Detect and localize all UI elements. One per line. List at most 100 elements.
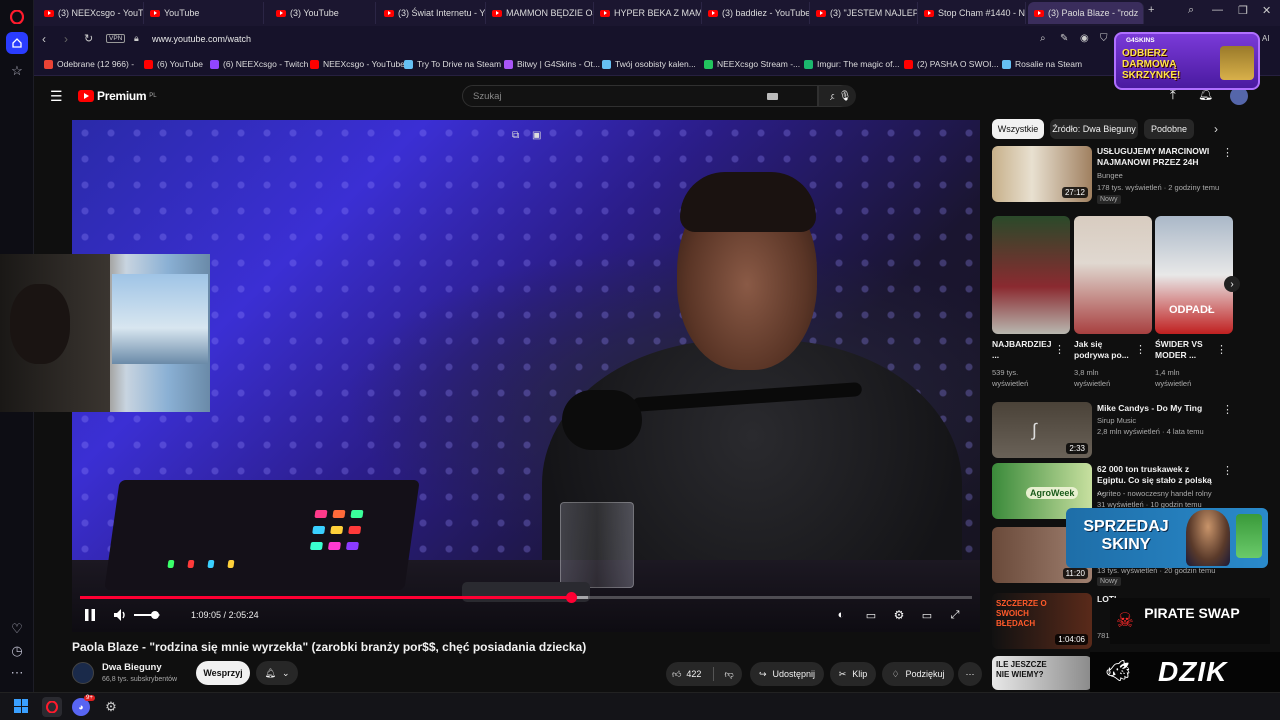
- ad-banner-g4skins[interactable]: G4SKINS ODBIERZ DARMOWĄ SKRZYNKĘ!: [1114, 32, 1260, 90]
- recommendation-channel[interactable]: Bungee: [1097, 170, 1123, 181]
- short-title[interactable]: NAJBARDZIEJ ...: [992, 339, 1054, 361]
- bookmark-item[interactable]: Odebrane (12 966) -: [44, 59, 134, 69]
- kebab-menu-icon[interactable]: ⋮: [1222, 403, 1233, 416]
- vpn-badge[interactable]: VPN: [106, 34, 126, 43]
- kebab-menu-icon[interactable]: ⋮: [1054, 343, 1065, 356]
- star-icon[interactable]: ☆: [6, 60, 28, 82]
- tab-9[interactable]: (3) Paola Blaze - "rodz: [1028, 2, 1144, 24]
- support-button[interactable]: Wesprzyj: [196, 661, 250, 685]
- short-thumbnail[interactable]: ODPADŁ: [1155, 216, 1233, 334]
- recommendation-thumbnail[interactable]: ∫ 2:33: [992, 402, 1092, 458]
- volume-icon[interactable]: [112, 606, 130, 624]
- ad-banner-sell-skins[interactable]: SPRZEDAJ SKINY: [1066, 508, 1268, 568]
- opera-taskbar-icon[interactable]: [42, 697, 62, 717]
- tab-6[interactable]: (3) baddiez - YouTube: [702, 2, 810, 24]
- youtube-logo[interactable]: Premium PL: [78, 89, 157, 103]
- bookmark-item[interactable]: Bitwy | G4Skins - Ot...: [504, 59, 600, 69]
- recommendation-channel[interactable]: Agriteo - nowoczesny handel rolny: [1097, 488, 1212, 499]
- short-thumbnail[interactable]: [992, 216, 1070, 334]
- camera-icon[interactable]: ◉: [1080, 33, 1089, 44]
- search-input[interactable]: Szukaj: [462, 85, 818, 107]
- more-icon[interactable]: ⋯: [6, 662, 28, 684]
- maximize-button[interactable]: ❐: [1238, 4, 1248, 17]
- volume-handle[interactable]: [150, 611, 159, 619]
- chip-all[interactable]: Wszystkie: [992, 119, 1044, 139]
- tab-1[interactable]: YouTube: [144, 2, 264, 24]
- kebab-menu-icon[interactable]: ⋮: [1216, 343, 1227, 356]
- recommendation-thumbnail[interactable]: 27:12: [992, 146, 1092, 202]
- history-icon[interactable]: ◷: [6, 640, 28, 662]
- ad-banner-pirate-swap[interactable]: ☠ PIRATE SWAP: [1110, 598, 1270, 644]
- shorts-next-button[interactable]: ›: [1224, 276, 1240, 292]
- volume-slider[interactable]: [134, 611, 160, 619]
- cast-icon[interactable]: ▣: [532, 130, 541, 141]
- kebab-menu-icon[interactable]: ⋮: [1222, 146, 1233, 159]
- kebab-menu-icon[interactable]: ⋮: [1135, 343, 1146, 356]
- settings-gear-icon[interactable]: ⚙: [890, 606, 908, 624]
- tab-4[interactable]: MAMMON BĘDZIE OJCE: [486, 2, 594, 24]
- tab-0[interactable]: (3) NEEXcsgo - YouTube: [38, 2, 144, 24]
- chip-related[interactable]: Podobne: [1144, 119, 1194, 139]
- like-button[interactable]: 👍︎ 422: [672, 669, 701, 680]
- edit-icon[interactable]: ✎: [1060, 33, 1068, 44]
- bookmark-item[interactable]: (6) YouTube: [144, 59, 203, 69]
- short-title[interactable]: ŚWIDER VS MODER ...: [1155, 339, 1217, 361]
- microphone-icon[interactable]: 🎙︎: [834, 85, 856, 107]
- windows-start-icon[interactable]: [14, 699, 28, 713]
- channel-name[interactable]: Dwa Bieguny: [102, 662, 162, 673]
- menu-icon[interactable]: ☰: [50, 88, 63, 105]
- recommendation-thumbnail[interactable]: SZCZERZE O SWOICH BŁĘDACH 1:04:06: [992, 593, 1092, 649]
- short-title[interactable]: Jak się podrywa po...: [1074, 339, 1136, 361]
- tab-5[interactable]: HYPER BEKA Z MAMMO: [594, 2, 702, 24]
- bookmark-item[interactable]: NEEXcsgo - YouTube: [310, 59, 405, 69]
- heart-icon[interactable]: ♡: [6, 618, 28, 640]
- tab-7[interactable]: (3) "JESTEM NAJLEPSZY: [810, 2, 918, 24]
- reload-icon[interactable]: ↻: [84, 32, 93, 45]
- bookmark-item[interactable]: NEEXcsgo Stream -...: [704, 59, 800, 69]
- back-icon[interactable]: ‹: [42, 32, 46, 46]
- theater-mode-icon[interactable]: ▭: [918, 606, 936, 624]
- progress-bar[interactable]: [80, 592, 972, 603]
- notification-bell-button[interactable]: 🔔︎ ⌄: [256, 661, 298, 685]
- miniplayer-icon[interactable]: ⧉: [512, 130, 519, 141]
- new-tab-button[interactable]: +: [1148, 4, 1154, 16]
- autoplay-toggle[interactable]: ◐: [832, 606, 850, 624]
- search-icon[interactable]: ⌕: [1040, 33, 1046, 44]
- close-window-button[interactable]: ✕: [1262, 4, 1271, 17]
- home-icon[interactable]: [6, 32, 28, 54]
- thanks-button[interactable]: ♢ Podziękuj: [882, 662, 954, 686]
- opera-logo-icon[interactable]: [6, 6, 28, 28]
- recommendation-channel[interactable]: Sirup Music: [1097, 415, 1136, 426]
- bookmark-item[interactable]: (6) NEEXcsgo - Twitch: [210, 59, 308, 69]
- tab-8[interactable]: Stop Cham #1440 - Niel: [918, 2, 1026, 24]
- tab-3[interactable]: (3) Świat Internetu - You: [378, 2, 486, 24]
- bookmark-item[interactable]: (2) PASHA O SWOI...: [904, 59, 999, 69]
- bookmark-item[interactable]: Try To Drive na Steam: [404, 59, 501, 69]
- clip-button[interactable]: ✂ Klip: [830, 662, 876, 686]
- recommendation-title[interactable]: USŁUGUJEMY MARCINOWI NAJMANOWI PRZEZ 24H: [1097, 146, 1217, 168]
- forward-icon[interactable]: ›: [64, 32, 68, 46]
- more-actions-button[interactable]: ⋯: [958, 662, 982, 686]
- chip-source[interactable]: Źródło: Dwa Bieguny: [1050, 119, 1138, 139]
- recommendation-title[interactable]: Mike Candys - Do My Ting: [1097, 403, 1217, 414]
- chevron-right-icon[interactable]: ›: [1214, 122, 1218, 136]
- minimize-button[interactable]: —: [1212, 4, 1223, 16]
- bookmark-item[interactable]: Twój osobisty kalen...: [602, 59, 696, 69]
- bookmark-item[interactable]: Rosalie na Steam: [1002, 59, 1082, 69]
- channel-avatar[interactable]: [72, 662, 94, 684]
- ad-banner-dzik[interactable]: 🐗︎ DZIK: [1090, 652, 1280, 692]
- bookmark-item[interactable]: Imgur: The magic of...: [804, 59, 900, 69]
- url-field[interactable]: www.youtube.com/watch: [152, 34, 251, 44]
- keyboard-icon[interactable]: [767, 93, 778, 100]
- short-thumbnail[interactable]: [1074, 216, 1152, 334]
- ai-button[interactable]: AI: [1262, 34, 1270, 43]
- tab-2[interactable]: (3) YouTube: [270, 2, 376, 24]
- recommendation-thumbnail[interactable]: ILE JESZCZE NIE WIEMY?: [992, 656, 1092, 690]
- search-tabs-icon[interactable]: ⌕: [1188, 4, 1194, 17]
- pause-button[interactable]: [80, 606, 100, 624]
- share-button[interactable]: ↪ Udostępnij: [750, 662, 824, 686]
- subtitles-icon[interactable]: ▭: [862, 606, 880, 624]
- fullscreen-icon[interactable]: ⤢: [946, 606, 964, 624]
- kebab-menu-icon[interactable]: ⋮: [1222, 464, 1233, 477]
- app-icon[interactable]: ⚙: [102, 698, 120, 716]
